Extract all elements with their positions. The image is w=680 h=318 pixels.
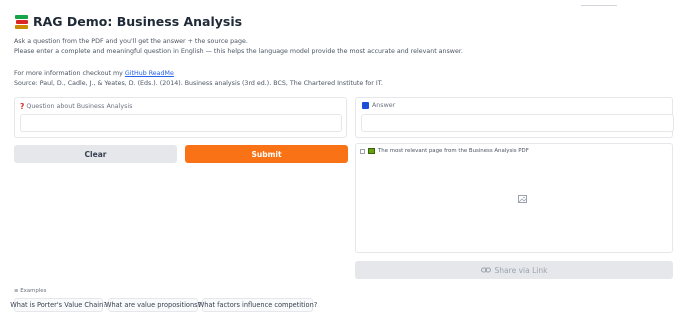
- answer-square-icon: [362, 102, 369, 109]
- share-via-link-button[interactable]: Share via Link: [355, 261, 673, 279]
- link-icon: [480, 267, 491, 273]
- submit-button[interactable]: Submit: [185, 145, 348, 163]
- image-placeholder-icon: [518, 195, 527, 203]
- question-input[interactable]: [20, 114, 342, 132]
- image-output-label: The most relevant page from the Business…: [360, 148, 529, 154]
- answer-label-text: Answer: [372, 102, 396, 109]
- answer-panel: Answer: [355, 97, 674, 138]
- example-item[interactable]: What are value propositions?: [105, 298, 201, 312]
- answer-output[interactable]: [361, 114, 674, 132]
- question-label-text: Question about Business Analysis: [26, 103, 133, 110]
- image-small-icon: [360, 148, 365, 154]
- description-line-2: Please enter a complete and meaningful q…: [14, 48, 463, 55]
- more-info-line: For more information checkout my GitHub …: [14, 70, 174, 77]
- answer-label: Answer: [362, 102, 395, 109]
- picture-icon: [368, 148, 375, 154]
- more-info-text: For more information checkout my: [14, 70, 125, 77]
- example-item[interactable]: What is Porter's Value Chain?: [10, 298, 107, 312]
- question-mark-icon: ?: [20, 102, 25, 111]
- share-label: Share via Link: [494, 265, 548, 275]
- question-panel: ? Question about Business Analysis: [14, 97, 347, 138]
- image-output-panel: The most relevant page from the Business…: [355, 143, 673, 253]
- header: RAG Demo: Business Analysis: [15, 14, 242, 29]
- examples-label-text: Examples: [20, 288, 47, 294]
- example-item[interactable]: What factors influence competition?: [198, 298, 317, 312]
- image-output-label-text: The most relevant page from the Business…: [378, 148, 529, 154]
- clear-button[interactable]: Clear: [14, 145, 177, 163]
- top-divider: [581, 5, 617, 6]
- source-citation: Source: Paul, D., Cadle, J., & Yeates, D…: [14, 80, 383, 87]
- examples-label: ≡ Examples: [14, 288, 46, 294]
- page-title: RAG Demo: Business Analysis: [33, 14, 243, 29]
- question-label: ? Question about Business Analysis: [20, 102, 132, 111]
- books-icon: [15, 14, 28, 29]
- github-readme-link[interactable]: GitHub ReadMe: [125, 70, 174, 77]
- description-line-1: Ask a question from the PDF and you'll g…: [14, 38, 248, 45]
